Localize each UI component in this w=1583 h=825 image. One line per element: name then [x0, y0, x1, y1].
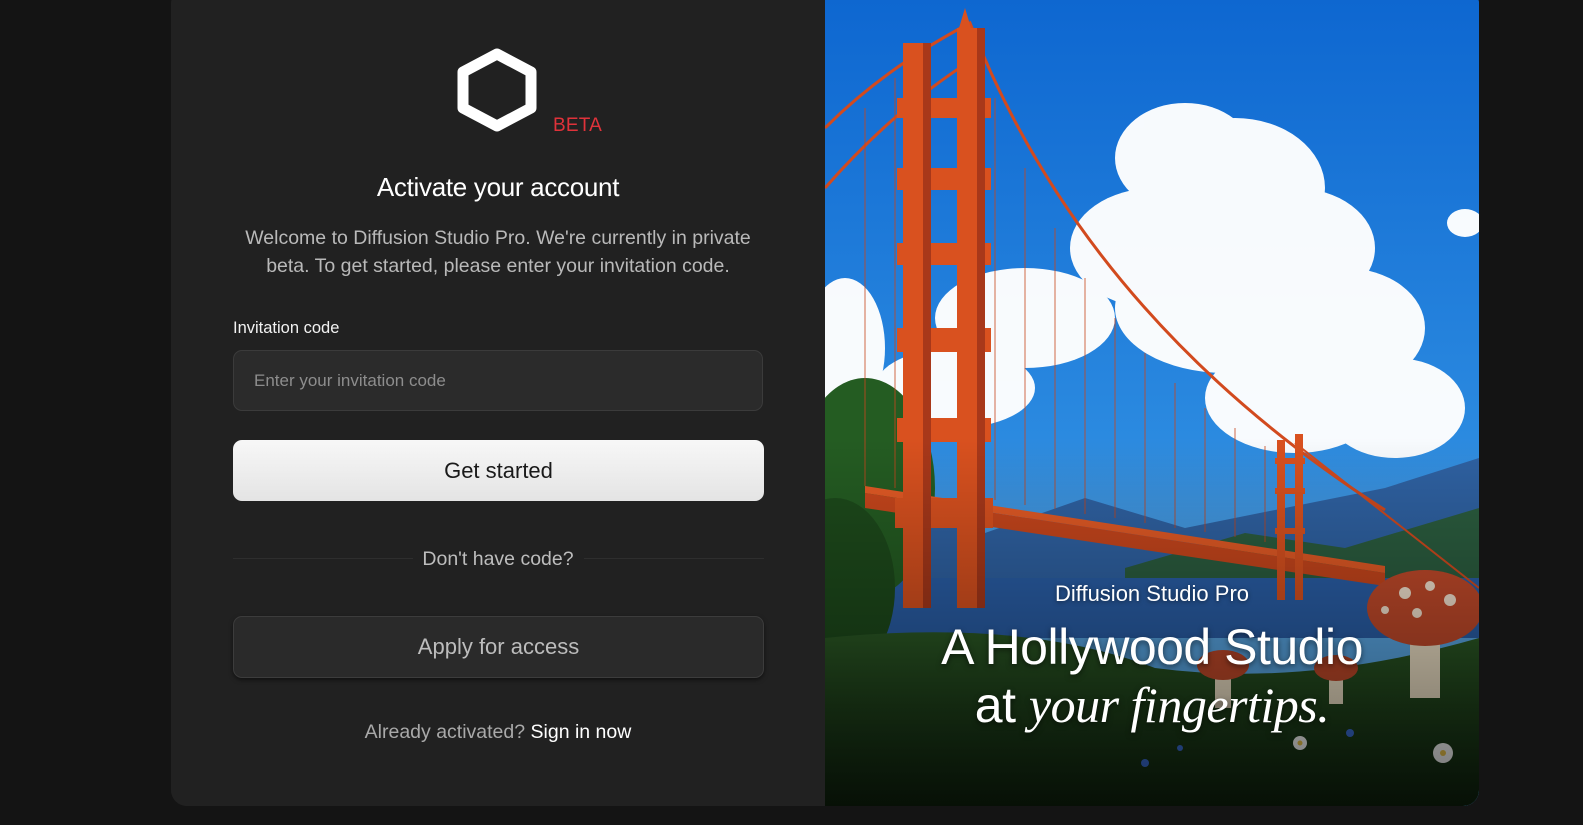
hero-brand-name: Diffusion Studio Pro	[1054, 581, 1250, 606]
auth-card: BETA Activate your account Welcome to Di…	[171, 0, 1479, 806]
headline-line-2-plain: at	[974, 677, 1016, 733]
signin-row: Already activated? Sign in now	[171, 721, 825, 744]
hexagon-logo-icon	[457, 48, 537, 132]
page-title: Activate your account	[376, 172, 620, 202]
invitation-code-label: Invitation code	[233, 319, 340, 337]
intro-text: Welcome to Diffusion Studio Pro. We're c…	[245, 227, 751, 277]
get-started-button[interactable]: Get started	[233, 440, 764, 501]
invitation-code-input[interactable]	[233, 350, 763, 411]
headline-line-2-italic: your fingertips.	[1028, 677, 1330, 733]
sign-in-link[interactable]: Sign in now	[531, 721, 632, 743]
beta-badge: BETA	[553, 115, 603, 136]
apply-for-access-button[interactable]: Apply for access	[233, 616, 764, 678]
hero-headline: A Hollywood Studio at your fingertips.	[825, 618, 1479, 734]
headline-line-2: at your fingertips.	[825, 676, 1479, 734]
headline-line-1: A Hollywood Studio	[941, 619, 1363, 675]
activation-panel: BETA Activate your account Welcome to Di…	[171, 0, 825, 806]
signin-prompt: Already activated?	[364, 721, 526, 743]
hero-panel: Diffusion Studio Pro A Hollywood Studio …	[825, 0, 1479, 806]
no-code-text: Don't have code?	[422, 548, 574, 570]
